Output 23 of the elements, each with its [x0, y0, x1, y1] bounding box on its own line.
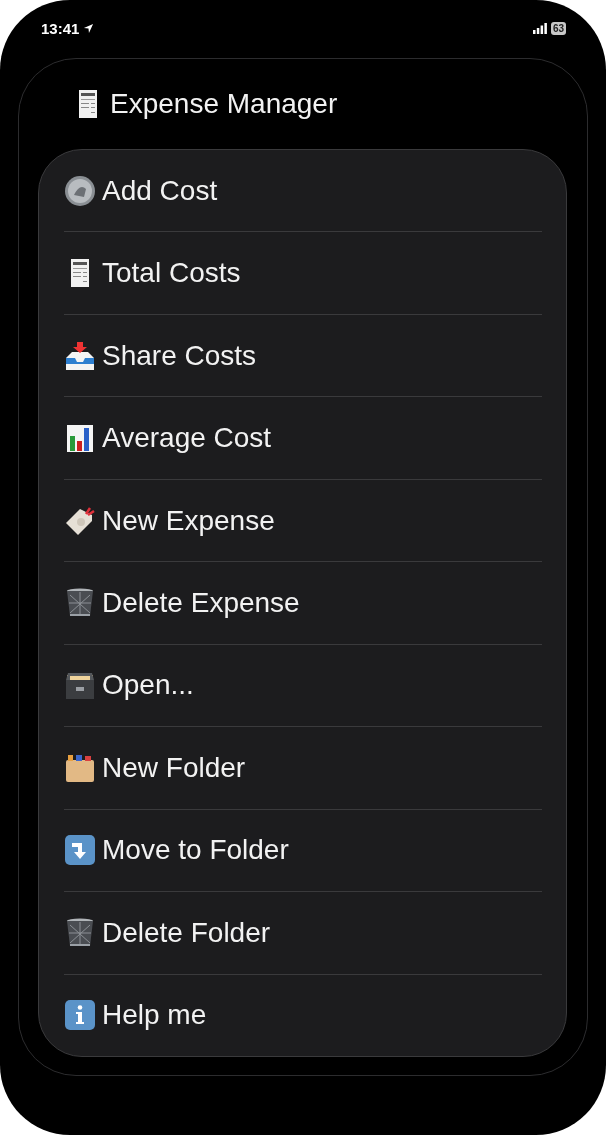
menu-item[interactable]: Average Cost — [64, 397, 542, 480]
status-time: 13:41 — [41, 19, 80, 37]
wastebasket-icon — [64, 916, 96, 949]
menu-item[interactable]: Delete Expense — [64, 562, 542, 645]
bar-chart-icon — [64, 422, 96, 455]
menu-item[interactable]: Delete Folder — [64, 892, 542, 975]
menu-item[interactable]: Total Costs — [64, 232, 542, 315]
menu-item[interactable]: Add Cost — [64, 150, 542, 233]
wastebasket-icon — [64, 587, 96, 619]
coin-icon — [64, 174, 96, 207]
menu-item[interactable]: Help me — [64, 974, 542, 1056]
menu-item[interactable]: Move to Folder — [64, 809, 542, 893]
info-icon — [64, 999, 96, 1032]
app-title: Expense Manager — [110, 88, 338, 120]
menu-item[interactable]: New Folder — [64, 727, 542, 810]
signal-icon — [532, 22, 547, 34]
menu-item[interactable]: Open... — [64, 644, 542, 728]
inbox-tray-icon — [64, 339, 96, 372]
menu-item[interactable]: Share Costs — [64, 314, 542, 398]
menu-item[interactable]: New Expense — [64, 479, 542, 563]
arrow-down-icon — [64, 834, 96, 867]
location-icon — [83, 22, 95, 34]
battery-level: 63 — [550, 21, 566, 35]
